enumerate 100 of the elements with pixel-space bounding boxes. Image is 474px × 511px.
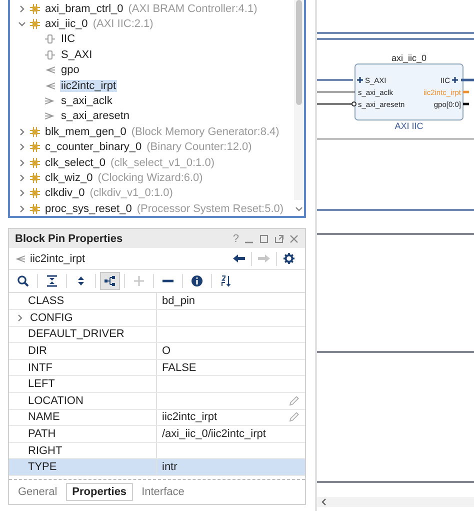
panel-title: Block Pin Properties [15, 232, 124, 245]
plus-icon[interactable] [356, 76, 364, 84]
property-row[interactable]: NAME iic2intc_irpt [9, 410, 305, 426]
property-value: FALSE [162, 362, 198, 374]
caret-right-icon[interactable] [18, 189, 26, 198]
settings-icon[interactable] [283, 253, 295, 264]
scroll-down-icon[interactable] [295, 205, 303, 213]
plus-icon[interactable] [451, 76, 459, 84]
chip-icon [30, 19, 40, 30]
tree-item-detail: (AXI IIC:2.1) [92, 18, 154, 30]
pin-item[interactable]: gpo [60, 64, 80, 76]
property-name: DIR [28, 345, 47, 358]
tree-item-detail: (Clocking Wizard:6.0) [98, 172, 203, 184]
property-row[interactable]: LEFT [9, 376, 305, 394]
tree-item-detail: (Block Memory Generator:8.4) [131, 126, 280, 138]
search-icon [17, 275, 29, 288]
tree-item[interactable]: axi_iic_0 [44, 18, 89, 30]
plus-icon [133, 275, 145, 288]
float-icon[interactable] [274, 234, 284, 244]
property-row[interactable]: DEFAULT_DRIVER [9, 326, 305, 344]
tree-item-detail: (AXI BRAM Controller:4.1) [128, 2, 258, 15]
caret-right-icon[interactable] [18, 4, 26, 13]
property-value: iic2intc_irpt [162, 411, 218, 424]
caret-right-icon[interactable] [18, 143, 26, 152]
property-name: LEFT [28, 378, 55, 390]
hierarchy-tool[interactable] [100, 272, 120, 290]
property-row[interactable]: PATH /axi_iic_0/iic2intc_irpt [9, 426, 305, 443]
tab[interactable]: General [13, 484, 62, 500]
tree-item-detail: (Binary Counter:12.0) [146, 141, 252, 154]
property-name: DEFAULT_DRIVER [28, 328, 124, 340]
pin-item[interactable]: S_AXI [60, 48, 94, 61]
caret-right-icon[interactable] [18, 174, 26, 182]
property-name: PATH [28, 428, 56, 440]
tree-item[interactable]: c_counter_binary_0 [44, 141, 143, 154]
info-icon [191, 275, 203, 288]
property-name: CLASS [28, 295, 64, 308]
property-name: CONFIG [30, 312, 73, 324]
property-row[interactable]: INTF FALSE [9, 360, 305, 376]
property-name: TYPE [28, 461, 57, 474]
caret-right-icon[interactable] [16, 314, 24, 322]
pin-item[interactable]: s_axi_aresetn [60, 110, 130, 122]
bus-line [461, 78, 474, 82]
tree-item[interactable]: clk_select_0 [44, 156, 107, 169]
property-row[interactable]: TYPE intr [9, 459, 305, 476]
caret-right-icon[interactable] [18, 204, 26, 213]
tree-item[interactable]: axi_bram_ctrl_0 [44, 2, 124, 15]
scrollbar[interactable] [294, 0, 304, 200]
tree-item[interactable]: clk_wiz_0 [44, 172, 94, 184]
chip-icon [30, 158, 40, 168]
input-pin-icon [45, 96, 55, 106]
chip-icon [30, 142, 40, 152]
tree-item[interactable]: proc_sys_reset_0 [44, 202, 133, 215]
chip-icon [30, 188, 40, 198]
tree-item[interactable]: clkdiv_0 [44, 187, 86, 200]
bus-line [317, 79, 353, 81]
property-value: bd_pin [162, 295, 196, 308]
property-row[interactable]: LOCATION [9, 393, 305, 410]
pin-item[interactable]: iic2intc_irpt [60, 80, 118, 92]
tree-item[interactable]: blk_mem_gen_0 [44, 126, 128, 138]
pin-stub [463, 90, 469, 94]
property-name: LOCATION [28, 394, 84, 407]
chip-icon [30, 126, 40, 137]
maximize-icon[interactable] [259, 234, 269, 244]
back-arrow-icon[interactable] [233, 253, 245, 264]
property-value: intr [162, 461, 178, 474]
interface-pin-icon [45, 50, 55, 60]
object-name: iic2intc_irpt [30, 252, 86, 265]
block-subtitle: AXI IIC [394, 121, 424, 131]
caret-right-icon[interactable] [18, 128, 26, 136]
caret-down-icon[interactable] [18, 20, 26, 28]
hierarchy-icon [104, 275, 116, 288]
pencil-icon[interactable] [289, 412, 299, 422]
tree-item-detail: (clkdiv_v1_0:1.0) [90, 187, 173, 200]
scrollbar[interactable] [317, 497, 474, 507]
property-name: INTF [28, 362, 52, 374]
property-row[interactable]: DIR O [9, 343, 305, 360]
caret-right-icon[interactable] [18, 158, 26, 167]
pencil-icon[interactable] [289, 396, 299, 406]
block-title: axi_iic_0 [391, 53, 427, 63]
output-pin-icon [45, 80, 55, 91]
interface-pin-icon [45, 34, 55, 44]
property-row[interactable]: CONFIG [9, 310, 305, 327]
collapse-icon [46, 275, 58, 288]
property-row[interactable]: CLASS bd_pin [9, 293, 305, 310]
sort-icon [220, 275, 232, 288]
tree-item-detail: (clk_select_v1_0:1.0) [110, 156, 214, 169]
chip-icon [30, 4, 40, 14]
output-pin-icon [15, 254, 25, 264]
pin-item[interactable]: s_axi_aclk [60, 95, 114, 108]
pin-stub [463, 102, 469, 106]
scroll-left-icon[interactable] [320, 498, 328, 506]
tab[interactable]: Interface [136, 484, 190, 500]
pin-item[interactable]: IIC [60, 33, 76, 46]
ip-block[interactable] [354, 64, 464, 120]
output-pin-icon [45, 65, 55, 76]
input-pin-icon [45, 111, 55, 122]
close-icon[interactable] [289, 234, 299, 244]
chip-icon [30, 172, 40, 183]
tab[interactable]: Properties [66, 483, 133, 501]
property-value: O [162, 345, 172, 358]
